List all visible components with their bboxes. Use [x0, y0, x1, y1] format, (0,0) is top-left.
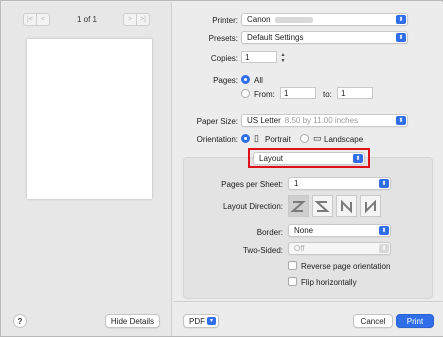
presets-select[interactable]: Default Settings ⬍ [241, 31, 408, 44]
two-sided-value: Off [294, 244, 305, 253]
pages-from-radio[interactable] [241, 89, 250, 98]
pdf-menu-button[interactable]: PDF ▼ [183, 314, 219, 328]
reverse-orientation-label: Reverse page orientation [301, 262, 391, 271]
chevron-updown-icon: ⬍ [396, 15, 406, 24]
previous-page-icon[interactable]: < [36, 14, 49, 25]
pages-all-radio[interactable] [241, 75, 250, 84]
paper-size-detail: 8.50 by 11.00 inches [284, 116, 359, 125]
chevron-updown-icon: ⬍ [396, 33, 406, 42]
orientation-portrait-radio[interactable] [241, 134, 250, 143]
chevron-updown-icon: ⬍ [379, 226, 389, 235]
landscape-icon: ▭ [313, 133, 322, 143]
chevron-down-icon: ▼ [207, 317, 216, 325]
pages-to-label: to: [323, 90, 332, 99]
orientation-label: Orientation: [196, 135, 238, 144]
direction-reverse-z-button[interactable] [312, 195, 333, 217]
chevron-updown-icon: ⬍ [379, 244, 389, 253]
direction-reverse-z-icon [314, 200, 330, 212]
copies-input[interactable]: 1 [241, 51, 277, 63]
copies-label: Copies: [210, 54, 238, 63]
pages-from-label: From: [254, 90, 275, 99]
printer-select[interactable]: Canon ⬍ [241, 13, 408, 26]
redacted-model [274, 16, 313, 23]
orientation-landscape-radio[interactable] [300, 134, 309, 143]
presets-value: Default Settings [247, 33, 304, 42]
pages-label: Pages: [213, 76, 238, 85]
section-select[interactable]: Layout ⬍ [253, 152, 365, 165]
direction-n-button[interactable] [336, 195, 357, 217]
paper-size-select[interactable]: US Letter 8.50 by 11.00 inches ⬍ [241, 114, 408, 127]
orientation-portrait-label: Portrait [265, 135, 291, 144]
orientation-landscape-label: Landscape [324, 135, 364, 144]
settings-pane: Printer: Canon ⬍ Presets: Default Settin… [173, 2, 443, 336]
page-preview [27, 39, 152, 199]
paper-size-value: US Letter [247, 116, 281, 125]
hide-details-button[interactable]: Hide Details [105, 314, 160, 328]
cancel-button[interactable]: Cancel [353, 314, 393, 328]
pdf-label: PDF [189, 316, 205, 326]
presets-label: Presets: [208, 34, 238, 43]
next-page-group[interactable]: > >| [123, 13, 150, 26]
border-value: None [294, 226, 314, 235]
printer-value: Canon [247, 15, 271, 24]
last-page-icon[interactable]: >| [136, 14, 149, 25]
chevron-updown-icon: ⬍ [379, 179, 389, 188]
pages-from-input[interactable]: 1 [280, 87, 316, 99]
paper-size-label: Paper Size: [196, 117, 238, 126]
direction-z-icon [290, 200, 306, 212]
printer-label: Printer: [212, 16, 238, 25]
stepper-down-icon[interactable]: ▼ [281, 58, 286, 64]
first-page-icon[interactable]: |< [24, 14, 36, 25]
two-sided-select[interactable]: Off ⬍ [288, 242, 391, 255]
flip-horizontally-checkbox[interactable] [288, 277, 297, 286]
preview-pane: |< < 1 of 1 > >| ? Hide Details [2, 2, 172, 336]
chevron-updown-icon: ⬍ [353, 154, 363, 163]
next-page-icon[interactable]: > [124, 14, 136, 25]
flip-horizontally-label: Flip horizontally [301, 278, 357, 287]
border-label: Border: [256, 228, 283, 237]
chevron-updown-icon: ⬍ [396, 116, 406, 125]
direction-z-button[interactable] [288, 195, 309, 217]
direction-n-icon [341, 199, 352, 213]
direction-reverse-n-icon [365, 199, 376, 213]
pages-per-sheet-value: 1 [294, 179, 299, 188]
print-button[interactable]: Print [396, 314, 434, 328]
print-dialog: |< < 1 of 1 > >| ? Hide Details Printer:… [0, 0, 443, 337]
pages-to-input[interactable]: 1 [337, 87, 373, 99]
pages-all-label: All [254, 76, 263, 85]
layout-direction-label: Layout Direction: [222, 202, 283, 211]
portrait-icon: ▯ [254, 133, 259, 143]
prev-page-group[interactable]: |< < [23, 13, 50, 26]
copies-stepper[interactable]: ▲ ▼ [279, 51, 287, 64]
two-sided-label: Two-Sided: [242, 246, 283, 255]
footer-divider [173, 301, 443, 302]
reverse-orientation-checkbox[interactable] [288, 261, 297, 270]
border-select[interactable]: None ⬍ [288, 224, 391, 237]
page-count: 1 of 1 [76, 15, 97, 24]
pages-per-sheet-label: Pages per Sheet: [221, 180, 283, 189]
help-button[interactable]: ? [13, 314, 27, 328]
section-value: Layout [259, 154, 284, 163]
pages-per-sheet-select[interactable]: 1 ⬍ [288, 177, 391, 190]
direction-reverse-n-button[interactable] [360, 195, 381, 217]
